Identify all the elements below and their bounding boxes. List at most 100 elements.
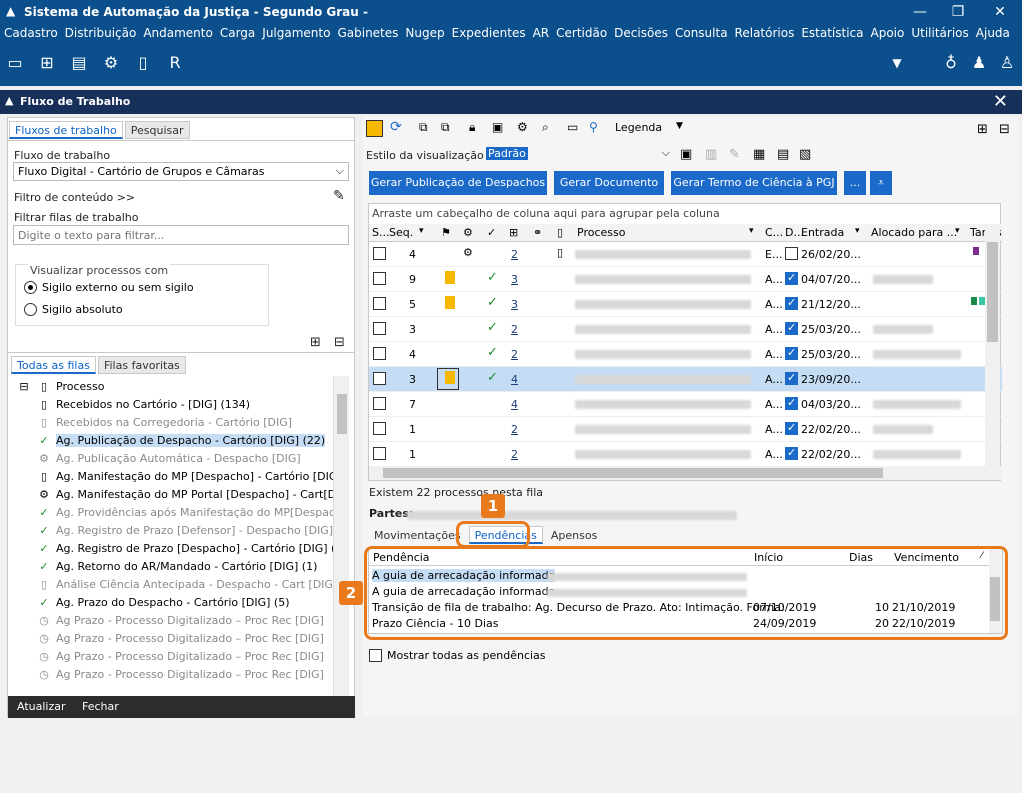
fechar-button[interactable]: Fechar bbox=[82, 700, 119, 713]
col-s[interactable]: S... bbox=[372, 226, 389, 239]
tree-item[interactable]: ◷ Ag Prazo - Processo Digitalizado – Proc… bbox=[36, 665, 348, 683]
tree-item[interactable]: ▯ Recebidos na Corregedoria - Cartório [D… bbox=[36, 413, 348, 431]
menu-3[interactable]: Carga bbox=[216, 24, 258, 44]
menu-13[interactable]: Estatística bbox=[797, 24, 866, 44]
row-d-checkbox[interactable] bbox=[785, 296, 798, 310]
row-count-link[interactable]: 2 bbox=[511, 323, 518, 336]
row-select-checkbox[interactable] bbox=[373, 422, 386, 435]
row-count-link[interactable]: 2 bbox=[511, 248, 518, 261]
tree-item[interactable]: ▯ Análise Ciência Antecipada - Despacho -… bbox=[36, 575, 348, 593]
row-d-checkbox[interactable] bbox=[785, 271, 798, 285]
refresh-icon[interactable]: ⟳ bbox=[390, 119, 402, 135]
row-select-checkbox[interactable] bbox=[373, 397, 386, 410]
table-row[interactable]: 1 2 A... 22/02/20... bbox=[369, 442, 1002, 467]
grid-scrollbar[interactable] bbox=[985, 224, 1000, 466]
tree-item[interactable]: ⊟ ▯ Processo bbox=[16, 377, 336, 395]
tab-pesquisar[interactable]: Pesquisar bbox=[124, 121, 190, 139]
tree-item[interactable]: ◷ Ag Prazo - Processo Digitalizado – Proc… bbox=[36, 629, 348, 647]
row-select-checkbox[interactable] bbox=[373, 447, 386, 460]
col-c[interactable]: C... bbox=[765, 226, 783, 239]
brush-icon[interactable]: ✎ bbox=[333, 188, 345, 204]
tree-item[interactable]: ⚙ Ag. Manifestação do MP Portal [Despacho… bbox=[36, 485, 348, 503]
doc-gear2-icon[interactable]: ⚙ bbox=[517, 120, 528, 134]
grid-hscrollbar[interactable] bbox=[369, 466, 1002, 480]
tab-movimentacoes[interactable]: Movimentações bbox=[368, 526, 467, 544]
copy-icon[interactable]: ⧉ bbox=[419, 120, 428, 135]
bookmark-col-icon[interactable]: ⚑ bbox=[441, 226, 451, 239]
filter-icon[interactable]: ▾ bbox=[749, 226, 754, 236]
doc-col-icon[interactable]: ▯ bbox=[557, 226, 563, 239]
row-select-checkbox[interactable] bbox=[373, 272, 386, 285]
doc-icon[interactable]: ▯ bbox=[132, 52, 154, 74]
col-processo[interactable]: Processo bbox=[577, 226, 625, 239]
export-icon[interactable]: ▧ bbox=[799, 147, 811, 162]
tree-item[interactable]: ✓ Ag. Prazo do Despacho - Cartório [DIG] … bbox=[36, 593, 348, 611]
col-entrada[interactable]: Entrada bbox=[801, 226, 844, 239]
user-search-icon[interactable]: ⚲ bbox=[589, 120, 598, 134]
tree-item[interactable]: ◷ Ag Prazo - Processo Digitalizado – Proc… bbox=[36, 611, 348, 629]
row-d-checkbox[interactable] bbox=[785, 346, 798, 360]
grid-expand-icon[interactable]: ⊞ bbox=[977, 122, 988, 137]
printer-icon[interactable]: ▭ bbox=[4, 52, 26, 74]
gerar-termo-button[interactable]: Gerar Termo de Ciência à PGJ bbox=[671, 171, 837, 195]
gerar-publicacao-button[interactable]: Gerar Publicação de Despachos bbox=[369, 171, 547, 195]
menu-0[interactable]: Cadastro bbox=[0, 24, 61, 44]
bookmark-toolbar-icon[interactable] bbox=[366, 120, 383, 137]
menu-5[interactable]: Gabinetes bbox=[333, 24, 401, 44]
folder-icon[interactable]: ▤ bbox=[68, 52, 90, 74]
row-d-checkbox[interactable] bbox=[785, 446, 798, 460]
dropdown-icon[interactable]: ▼ bbox=[886, 52, 908, 74]
tab-fluxos[interactable]: Fluxos de trabalho bbox=[9, 121, 123, 139]
menu-7[interactable]: Expedientes bbox=[448, 24, 529, 44]
tree-item[interactable]: ▯ Ag. Manifestação do MP [Despacho] - Car… bbox=[36, 467, 348, 485]
atualizar-button[interactable]: Atualizar bbox=[17, 700, 66, 713]
hierarchy-col-icon[interactable]: ⊞ bbox=[509, 226, 518, 239]
menu-12[interactable]: Relatórios bbox=[731, 24, 798, 44]
restore-icon[interactable]: ❐ bbox=[938, 2, 978, 22]
search-doc-icon[interactable]: ⌕ bbox=[542, 120, 549, 135]
tree-item[interactable]: ▯ Recebidos no Cartório - [DIG] (134) bbox=[36, 395, 348, 413]
tree-collapse-icon[interactable]: ⊟ bbox=[334, 335, 345, 350]
menu-2[interactable]: Andamento bbox=[139, 24, 216, 44]
row-d-checkbox[interactable] bbox=[785, 321, 798, 335]
filter-icon[interactable]: ▾ bbox=[855, 226, 860, 236]
hierarchy-icon[interactable]: ⊞ bbox=[36, 52, 58, 74]
row-d-checkbox[interactable] bbox=[785, 371, 798, 385]
menu-16[interactable]: Ajuda bbox=[972, 24, 1013, 44]
bell-icon[interactable]: ♁ bbox=[940, 52, 962, 74]
lock-icon[interactable]: 🔒︎ bbox=[469, 120, 475, 135]
menu-8[interactable]: AR bbox=[529, 24, 553, 44]
menu-14[interactable]: Apoio bbox=[867, 24, 908, 44]
edit-icon[interactable]: ✎ bbox=[729, 147, 740, 162]
legenda-button[interactable]: Legenda bbox=[615, 121, 662, 134]
close-icon[interactable]: ✕ bbox=[993, 91, 1008, 112]
save-disk-icon[interactable]: ▣ bbox=[492, 120, 503, 134]
save-icon[interactable]: ▣ bbox=[680, 147, 692, 162]
tree-item[interactable]: ✓ Ag. Registro de Prazo [Despacho] - Cart… bbox=[36, 539, 348, 557]
tab-apensos[interactable]: Apensos bbox=[545, 526, 603, 544]
table-row[interactable]: 3 ✓ 4 A... 23/09/20... bbox=[369, 367, 1002, 392]
legenda-dropdown-icon[interactable]: ▼ bbox=[676, 121, 683, 131]
more-button[interactable]: ... bbox=[844, 171, 866, 195]
row-count-link[interactable]: 3 bbox=[511, 273, 518, 286]
row-select-checkbox[interactable] bbox=[373, 322, 386, 335]
grid-collapse-icon[interactable]: ⊟ bbox=[999, 122, 1010, 137]
table-row[interactable]: 4 ✓ 2 A... 25/03/20... bbox=[369, 342, 1002, 367]
row-count-link[interactable]: 2 bbox=[511, 448, 518, 461]
hscroll-thumb[interactable] bbox=[383, 468, 883, 478]
tree-item[interactable]: ✓ Ag. Publicação de Despacho - Cartório [… bbox=[36, 431, 348, 449]
fluxo-select[interactable]: Fluxo Digital - Cartório de Grupos e Câm… bbox=[13, 162, 349, 181]
radio-sigilo-absoluto[interactable]: Sigilo absoluto bbox=[24, 303, 123, 316]
table-row[interactable]: 1 2 A... 22/02/20... bbox=[369, 417, 1002, 442]
col-seq[interactable]: Seq. bbox=[389, 226, 413, 239]
row-d-checkbox[interactable] bbox=[785, 247, 798, 260]
bookmark-icon[interactable] bbox=[445, 296, 455, 309]
table-row[interactable]: 5 ✓ 3 A... 21/12/20... bbox=[369, 292, 1002, 317]
delete-icon[interactable]: ▥ bbox=[705, 147, 717, 162]
filter-dropdown-button[interactable]: ⩡ bbox=[870, 171, 892, 195]
check-col-icon[interactable]: ✓ bbox=[487, 226, 496, 239]
tree-col-icon[interactable]: ⚙ bbox=[463, 226, 473, 239]
doc-gear-icon[interactable]: ⚙ bbox=[100, 52, 122, 74]
tree-scrollbar[interactable] bbox=[333, 376, 349, 696]
menu-11[interactable]: Consulta bbox=[671, 24, 731, 44]
